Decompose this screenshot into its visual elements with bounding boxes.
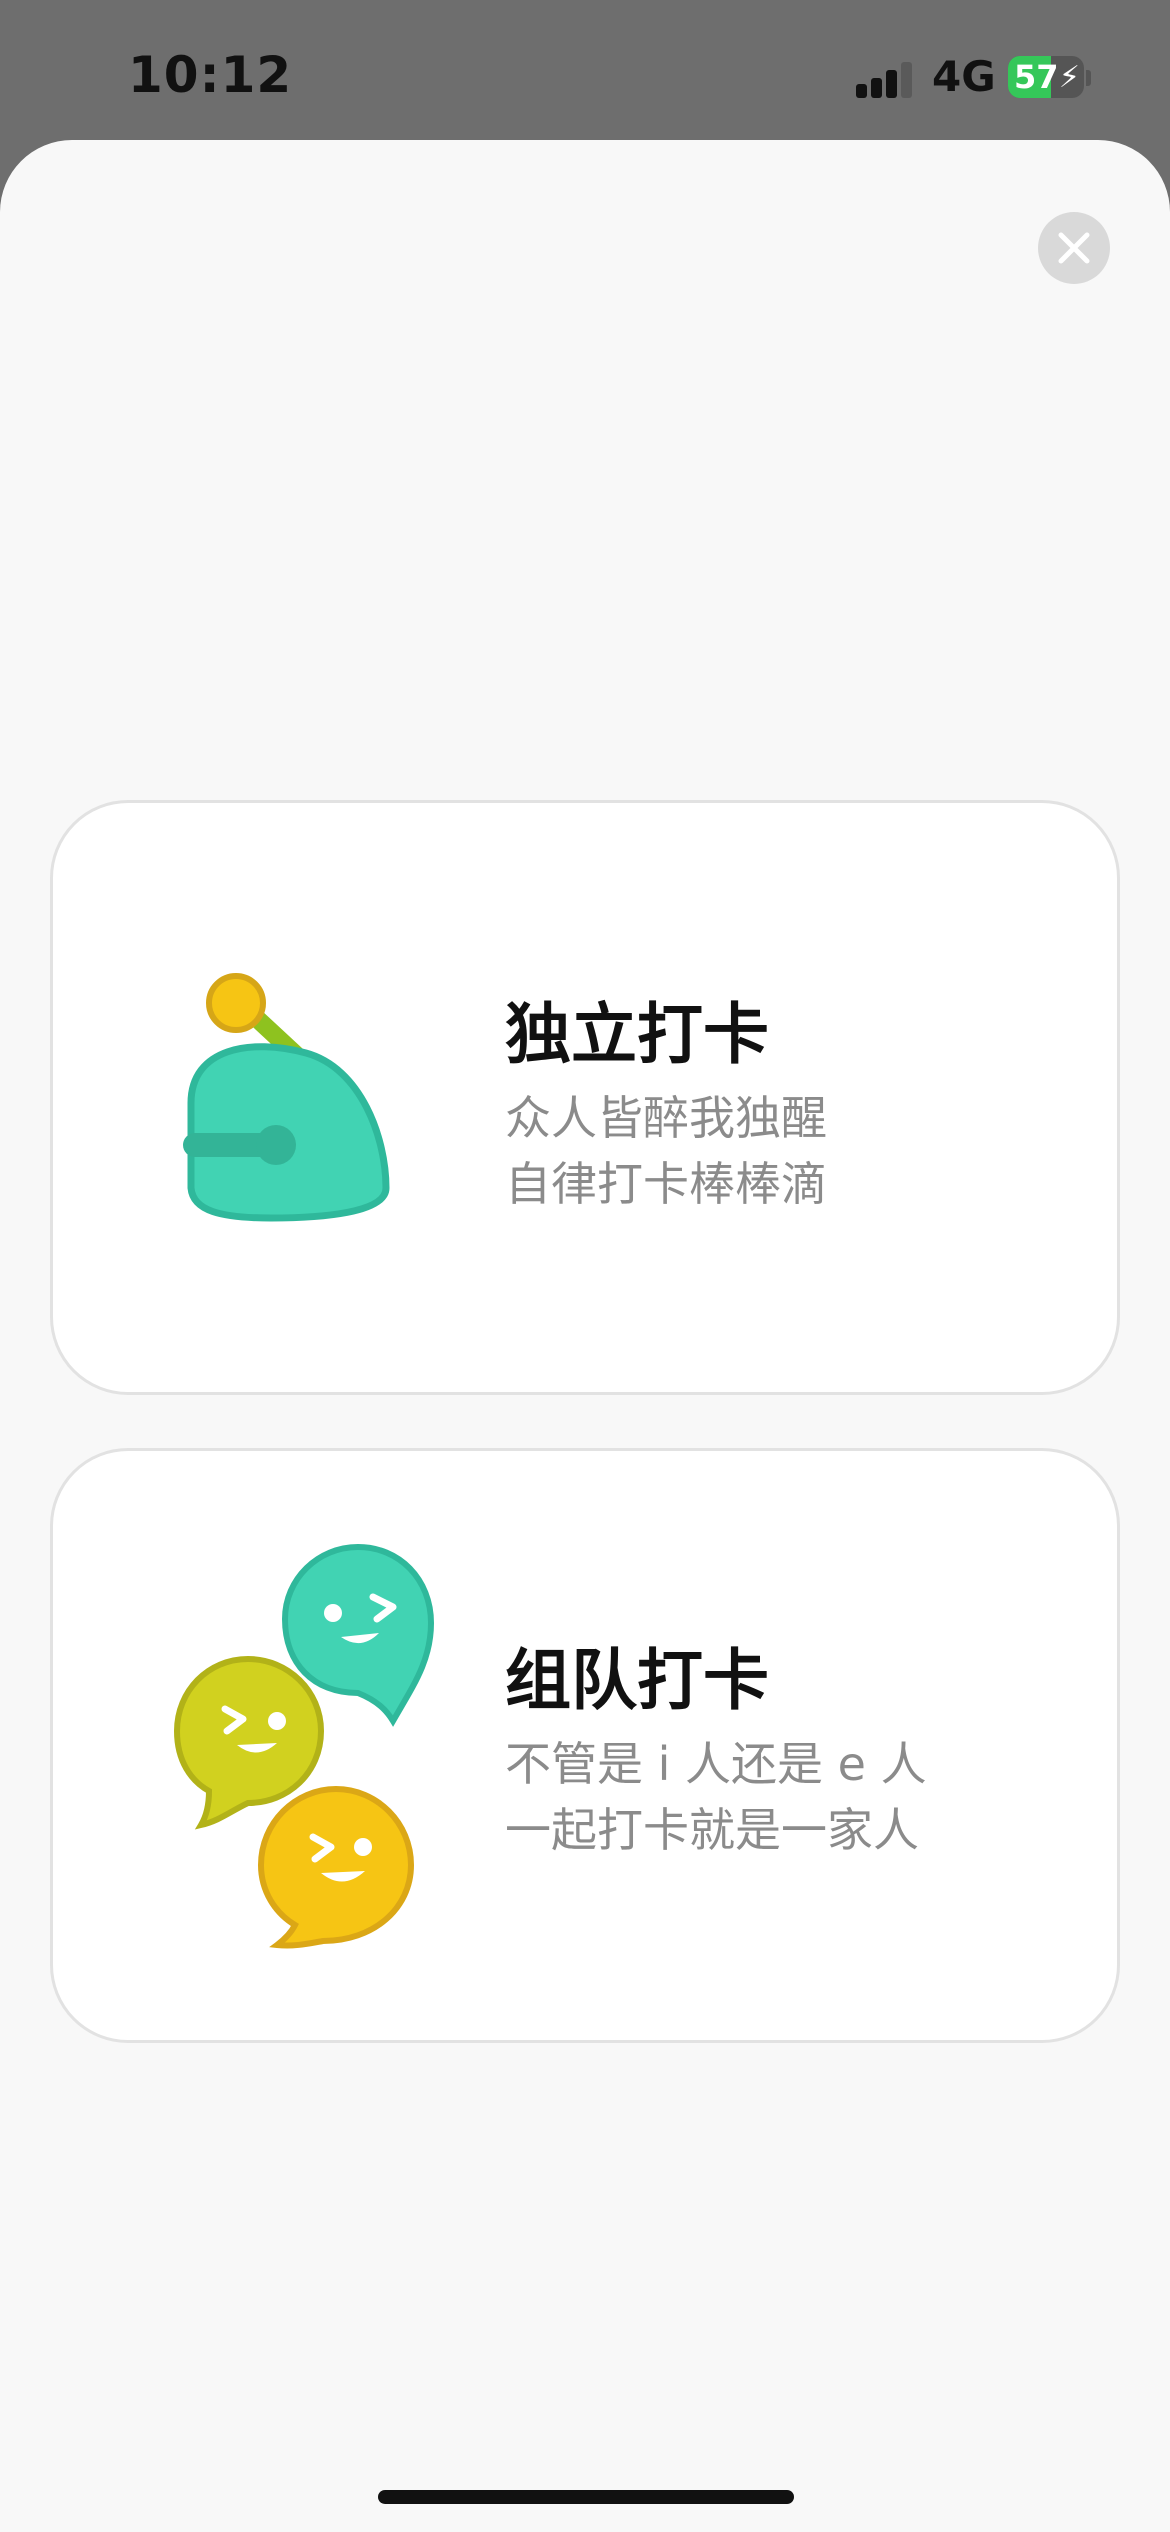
card-desc-line2: 一起打卡就是一家人 <box>505 1803 919 1857</box>
home-indicator[interactable] <box>378 2490 794 2504</box>
close-button[interactable] <box>1038 212 1110 284</box>
card-desc-line1: 众人皆醉我独醒 <box>505 1091 827 1145</box>
team-checkin-card[interactable]: 组队打卡 不管是 i 人还是 e 人 一起打卡就是一家人 <box>50 1448 1120 2043</box>
card-title: 组队打卡 <box>505 1642 769 1719</box>
card-desc-line2: 自律打卡棒棒滴 <box>505 1157 827 1211</box>
card-desc-line1: 不管是 i 人还是 e 人 <box>505 1737 927 1791</box>
status-bar: 10:12 4G 57 ⚡ <box>0 0 1170 140</box>
status-time: 10:12 <box>128 46 293 104</box>
card-title: 独立打卡 <box>505 996 769 1073</box>
charging-icon: ⚡ <box>1058 60 1080 95</box>
solo-bell-icon <box>183 973 390 1222</box>
solo-checkin-card[interactable]: 独立打卡 众人皆醉我独醒 自律打卡棒棒滴 <box>50 800 1120 1395</box>
network-type: 4G <box>932 52 996 101</box>
battery-cap <box>1086 70 1091 86</box>
battery-icon: 57 ⚡ <box>1008 56 1084 98</box>
team-bubbles-icon <box>173 1543 435 1949</box>
close-icon <box>1058 232 1090 264</box>
battery-percent: 57 <box>1014 58 1059 96</box>
signal-icon <box>856 58 916 98</box>
